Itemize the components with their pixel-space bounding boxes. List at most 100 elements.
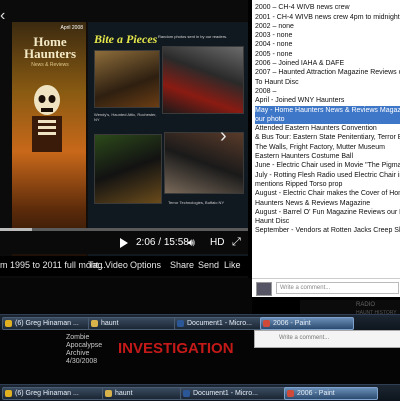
- spread-photo: [94, 134, 162, 204]
- description-line: August - Barrel O' Fun Magazine Reviews …: [255, 208, 400, 216]
- skull-figure: [32, 85, 62, 152]
- progress-bar[interactable]: [0, 228, 248, 231]
- taskbar-item[interactable]: Document1 - Micro...: [174, 317, 268, 330]
- description-line: Eastern Haunters Costume Ball: [255, 153, 354, 161]
- description-line: June - Electric Chair used in Movie "The…: [255, 162, 400, 170]
- archive-line: Apocalypse: [66, 342, 103, 349]
- chrome-icon: [5, 390, 12, 397]
- share-link[interactable]: Share: [170, 260, 194, 270]
- options-link[interactable]: Options: [130, 260, 161, 270]
- description-panel[interactable]: 1999 – CH-4 WGRZ cameraman visit2000 – C…: [252, 0, 400, 278]
- next-arrow-icon[interactable]: ›: [220, 126, 227, 146]
- avatar: [256, 282, 272, 296]
- time-separator: /: [158, 237, 162, 248]
- time-display: 2:06 / 15:58: [136, 237, 189, 248]
- description-line: To Haunt Disc: [255, 78, 299, 86]
- video-action-bar: m 1995 to 2011 full mont... Tag Video Op…: [0, 256, 248, 276]
- investigation-text: INVESTIGATION: [118, 340, 234, 357]
- word-icon: [177, 320, 184, 327]
- video-player[interactable]: ‹ April 2008 Home Haunters News & Review…: [0, 0, 248, 280]
- folder-icon: [105, 390, 112, 397]
- archive-line: 4/30/2008: [66, 358, 98, 365]
- description-line: The Walls, Fright Factory, Mutter Museum: [255, 143, 385, 151]
- description-line: 2004 - none: [255, 41, 293, 49]
- radio-title: RADIO: [356, 302, 376, 308]
- photo-caption: Terror Technologies, Buffalo NY: [168, 200, 225, 205]
- tag-video-link[interactable]: Tag Video: [88, 260, 128, 270]
- hd-button[interactable]: HD: [210, 237, 224, 248]
- description-line: 2005 - none: [255, 50, 293, 58]
- like-link[interactable]: Like: [224, 260, 241, 270]
- description-line: 2002 – none: [255, 22, 294, 30]
- cover-month: April 2008: [60, 25, 83, 31]
- taskbar-label: 2006 - Paint: [273, 320, 311, 327]
- archive-text: Zombie Apocalypse Archive 4/30/2008: [66, 334, 102, 366]
- description-line: 2003 - none: [255, 32, 293, 40]
- description-text: 1999 – CH-4 WGRZ cameraman visit2000 – C…: [255, 0, 400, 236]
- description-line: Haunt Disc: [255, 218, 290, 226]
- cover-subtitle: News & Reviews: [31, 62, 69, 68]
- ghost-comment-text: Write a comment...: [279, 335, 330, 341]
- spread-photo: [162, 46, 244, 114]
- word-icon: [183, 390, 190, 397]
- spread-photo: [164, 132, 244, 194]
- description-line: our photo: [255, 114, 400, 125]
- description-line: April - Joined WNY Haunters: [255, 97, 345, 105]
- taskbar-item[interactable]: haunt: [88, 317, 182, 330]
- comment-row: Write a comment...: [252, 278, 400, 297]
- description-line: 2006 – Joined IAHA & DAFE: [255, 60, 345, 68]
- time-total: 15:58: [163, 237, 189, 248]
- taskbar-label: 2006 - Paint: [297, 390, 335, 397]
- description-line: 2000 – CH-4 WIVB news crew: [255, 4, 350, 12]
- paint-icon: [287, 390, 294, 397]
- description-line: August - Electric Chair makes the Cover …: [255, 190, 400, 198]
- ghost-comment-box: Write a comment...: [254, 330, 400, 348]
- volume-icon[interactable]: 🔊︎: [188, 237, 195, 250]
- chrome-icon: [5, 320, 12, 327]
- taskbar-item-active[interactable]: 2006 - Paint: [260, 317, 354, 330]
- paint-icon: [263, 320, 270, 327]
- taskbar-item[interactable]: Document1 - Micro...: [180, 387, 294, 400]
- description-line: 2001 - CH-4 WIVB news crew 4pm to midnig…: [255, 13, 400, 21]
- progress-fill: [0, 228, 33, 231]
- time-current: 2:06: [136, 237, 156, 248]
- magazine-cover: April 2008 Home Haunters News & Reviews …: [12, 22, 86, 258]
- video-frame[interactable]: April 2008 Home Haunters News & Reviews …: [12, 22, 248, 260]
- prev-arrow-icon[interactable]: ‹: [0, 6, 5, 26]
- taskbar-label: (6) Greg Hinaman ...: [15, 390, 79, 397]
- description-line: 2007 – Haunted Attraction Magazine Revie…: [255, 69, 400, 77]
- background-reflection: Zombie Apocalypse Archive 4/30/2008 INVESTI…: [0, 330, 400, 384]
- taskbar-label: haunt: [101, 320, 119, 327]
- taskbar-label: (6) Greg Hinaman ...: [15, 320, 79, 327]
- taskbar-label: haunt: [115, 390, 133, 397]
- background-strip: [0, 278, 252, 314]
- fullscreen-icon[interactable]: ⤢: [232, 236, 241, 249]
- description-line: 2008 –: [255, 87, 277, 95]
- archive-line: Zombie: [66, 334, 90, 341]
- description-line: July - Rotting Flesh Radio used Electric…: [255, 171, 400, 179]
- spread-photo: [94, 50, 160, 108]
- taskbar-item[interactable]: haunt: [102, 387, 190, 400]
- taskbar-bottom: (6) Greg Hinaman ... haunt Document1 - M…: [0, 384, 400, 401]
- cover-title: Home Haunters: [24, 34, 76, 61]
- taskbar-label: Document1 - Micro...: [193, 390, 258, 397]
- send-link[interactable]: Send: [198, 260, 219, 270]
- archive-line: Archive: [66, 350, 90, 357]
- taskbar-item-active[interactable]: 2006 - Paint: [284, 387, 378, 400]
- video-controls: 2:06 / 15:58 🔊︎ HD ⤢: [0, 228, 248, 254]
- description-line: mentions Ripped Torso prop: [255, 180, 343, 188]
- comment-input[interactable]: Write a comment...: [276, 282, 399, 294]
- taskbar: (6) Greg Hinaman ... haunt Document1 - M…: [0, 314, 400, 331]
- description-line: Attended Eastern Haunters Convention: [255, 125, 377, 133]
- play-icon[interactable]: [120, 238, 128, 248]
- description-line: May - Home Haunters News & Reviews Magaz…: [255, 105, 400, 115]
- description-line: Haunters News & Reviews Magazine: [255, 199, 371, 207]
- spread-title: Bite a Pieces: [94, 32, 158, 46]
- spread-text: Random photos sent in by our readers.: [158, 34, 228, 39]
- taskbar-label: Document1 - Micro...: [187, 320, 252, 327]
- photo-caption: Wendy's, Haunted Attic, Rochester, NY: [94, 112, 157, 122]
- taskbar-item[interactable]: (6) Greg Hinaman ...: [2, 387, 112, 400]
- description-line: & Bus Tour: Eastern State Penitentiary, …: [255, 134, 400, 142]
- taskbar-item[interactable]: (6) Greg Hinaman ...: [2, 317, 96, 330]
- folder-icon: [91, 320, 98, 327]
